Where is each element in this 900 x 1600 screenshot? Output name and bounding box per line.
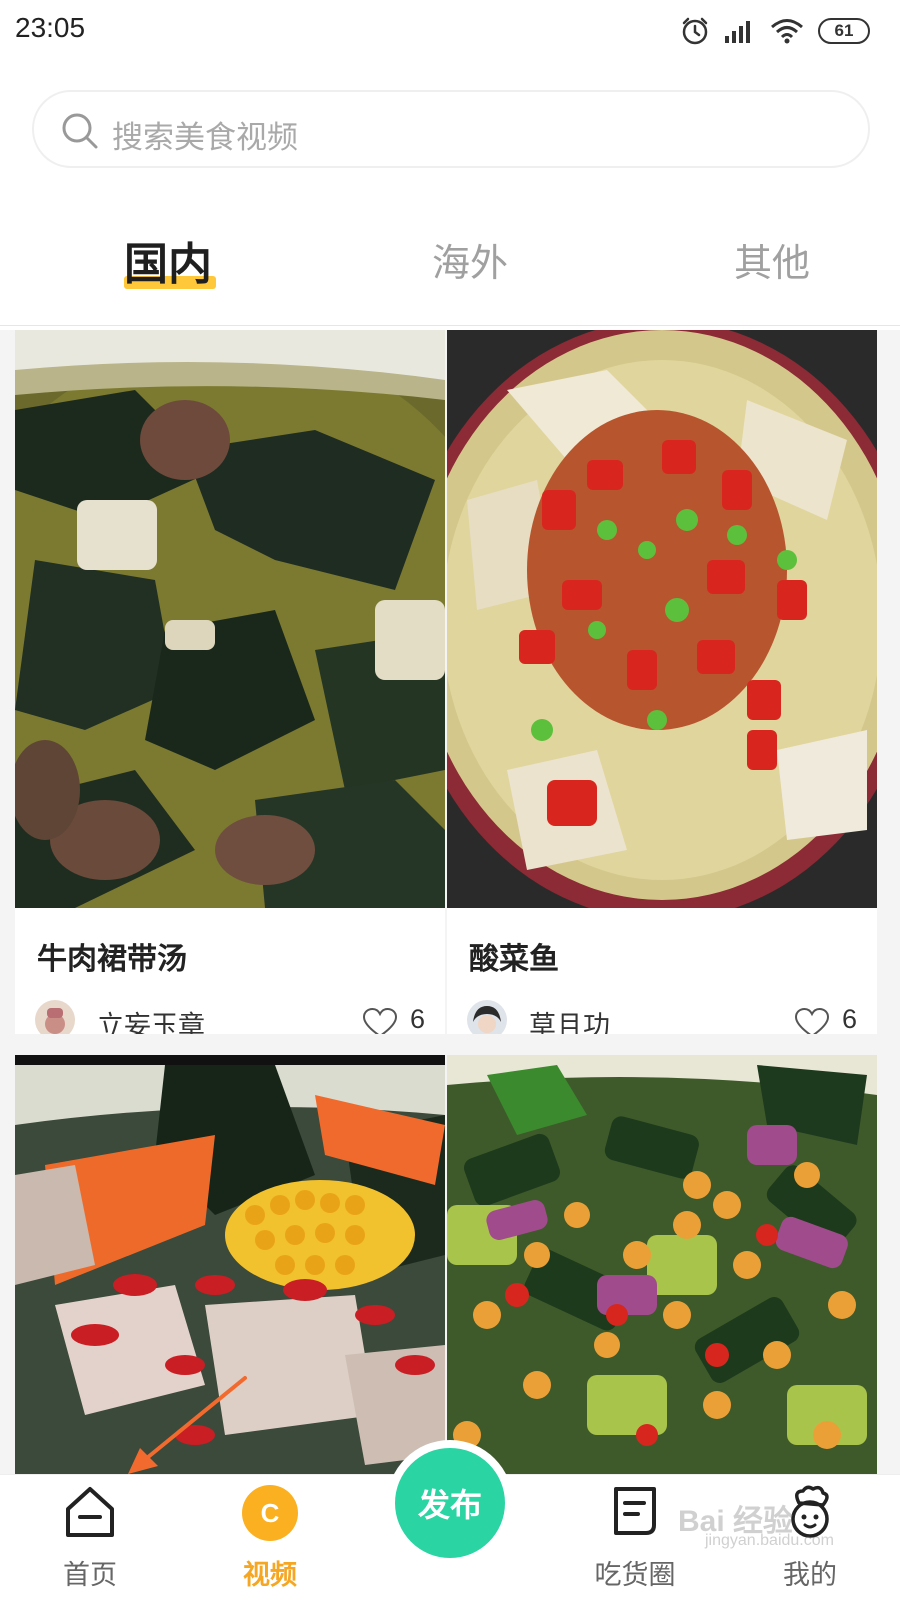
video-thumbnail[interactable]	[447, 1055, 877, 1475]
video-thumbnail[interactable]	[447, 330, 877, 908]
author-avatar[interactable]	[467, 1000, 507, 1034]
like-count: 6	[841, 1004, 857, 1034]
search-placeholder: 搜索美食视频	[112, 120, 298, 156]
tab-divider	[0, 325, 900, 326]
video-thumbnail[interactable]	[15, 1055, 445, 1475]
card-title: 酸菜鱼	[469, 942, 559, 977]
status-time: 23:05	[15, 12, 86, 43]
nav-me-label: 我的	[783, 1560, 837, 1591]
video-card[interactable]: 牛肉裙带汤 立妄玉章 6	[15, 330, 445, 1034]
heart-icon[interactable]	[795, 1008, 829, 1034]
search-input[interactable]: 搜索美食视频	[32, 90, 870, 168]
nav-video-label: 视频	[243, 1560, 297, 1591]
nav-home-label: 首页	[63, 1560, 117, 1591]
tab-overseas[interactable]: 海外	[432, 232, 508, 292]
message-square-icon	[614, 1487, 656, 1535]
author-name[interactable]: 立妄玉章	[97, 1004, 205, 1034]
status-icons: 61	[680, 16, 870, 46]
status-bar: 23:05 61	[0, 0, 900, 62]
publish-button[interactable]: 发布	[395, 1448, 505, 1558]
tab-other[interactable]: 其他	[734, 232, 810, 292]
tab-domestic[interactable]: 国内	[124, 228, 212, 290]
nav-video[interactable]: C 视频	[215, 1475, 325, 1600]
like-count: 6	[409, 1004, 425, 1034]
watermark-url: jingyan.baidu.com	[705, 1532, 834, 1549]
video-card[interactable]	[447, 1055, 877, 1475]
heart-icon[interactable]	[363, 1008, 397, 1034]
author-name[interactable]: 草且功	[529, 1004, 610, 1034]
signal-icon	[725, 21, 750, 43]
video-thumbnail[interactable]	[15, 330, 445, 908]
author-avatar[interactable]	[35, 1000, 75, 1034]
nav-foodie-label: 吃货圈	[594, 1560, 676, 1591]
video-card[interactable]	[15, 1055, 445, 1475]
video-card[interactable]: 酸菜鱼 草且功 6	[447, 330, 877, 1034]
wifi-icon	[771, 19, 803, 44]
nav-foodie-circle[interactable]: 吃货圈	[575, 1475, 695, 1600]
video-icon: C	[242, 1485, 298, 1541]
publish-label: 发布	[417, 1486, 482, 1524]
search-icon	[62, 113, 98, 149]
home-icon	[66, 1487, 114, 1537]
card-title: 牛肉裙带汤	[37, 942, 187, 977]
nav-home[interactable]: 首页	[35, 1475, 145, 1600]
battery-indicator: 61	[818, 18, 870, 44]
alarm-icon	[682, 17, 708, 45]
